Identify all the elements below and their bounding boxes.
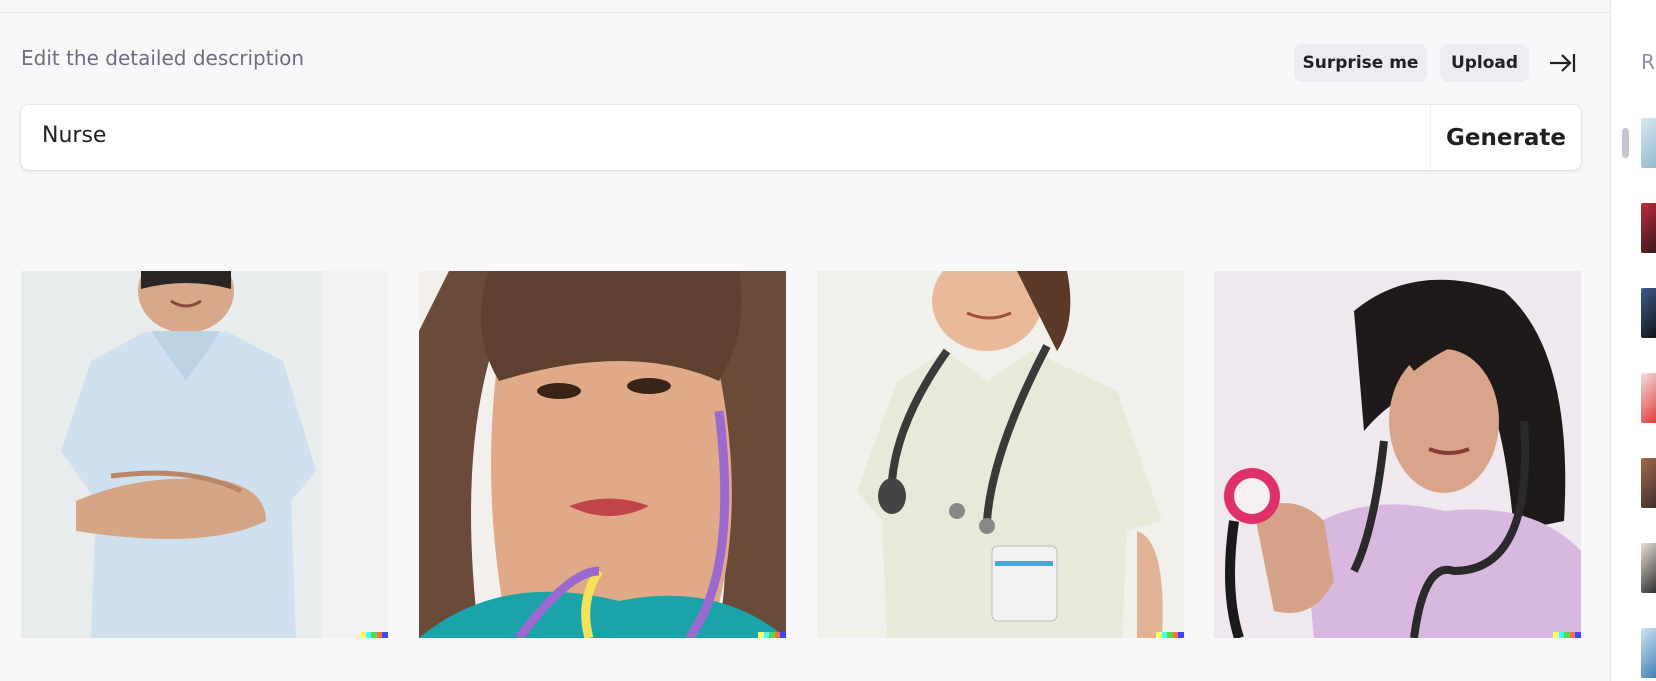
generate-button[interactable]: Generate xyxy=(1431,105,1581,170)
prompt-input[interactable]: Nurse xyxy=(42,123,106,148)
upload-button[interactable]: Upload xyxy=(1440,44,1529,82)
result-image-2-picture xyxy=(419,271,786,638)
history-sidebar: R xyxy=(1610,0,1656,681)
result-image-3-picture xyxy=(817,271,1184,638)
surprise-me-button[interactable]: Surprise me xyxy=(1294,44,1427,82)
main-panel: Edit the detailed description Surprise m… xyxy=(0,0,1610,681)
history-thumb-7[interactable] xyxy=(1641,628,1656,678)
top-divider xyxy=(0,0,1610,13)
result-image-4-signature xyxy=(1553,632,1581,638)
result-image-1-signature xyxy=(360,632,388,638)
description-label: Edit the detailed description xyxy=(21,46,305,70)
result-image-3[interactable] xyxy=(817,271,1184,638)
history-thumb-5[interactable] xyxy=(1641,458,1656,508)
result-image-3-signature xyxy=(1156,632,1184,638)
sidebar-scrollbar[interactable] xyxy=(1622,128,1629,158)
sidebar-title: R xyxy=(1641,50,1655,74)
prompt-box: Nurse Generate xyxy=(21,105,1581,170)
result-image-4-picture xyxy=(1214,271,1581,638)
result-image-2-signature xyxy=(758,632,786,638)
history-thumb-1[interactable] xyxy=(1641,118,1656,168)
history-thumb-6[interactable] xyxy=(1641,543,1656,593)
result-image-2[interactable] xyxy=(419,271,786,638)
result-image-1[interactable] xyxy=(21,271,388,638)
collapse-sidebar-icon[interactable] xyxy=(1547,50,1577,76)
history-thumb-2[interactable] xyxy=(1641,203,1656,253)
history-thumb-3[interactable] xyxy=(1641,288,1656,338)
result-image-1-picture xyxy=(21,271,388,638)
result-image-4[interactable] xyxy=(1214,271,1581,638)
history-thumb-4[interactable] xyxy=(1641,373,1656,423)
